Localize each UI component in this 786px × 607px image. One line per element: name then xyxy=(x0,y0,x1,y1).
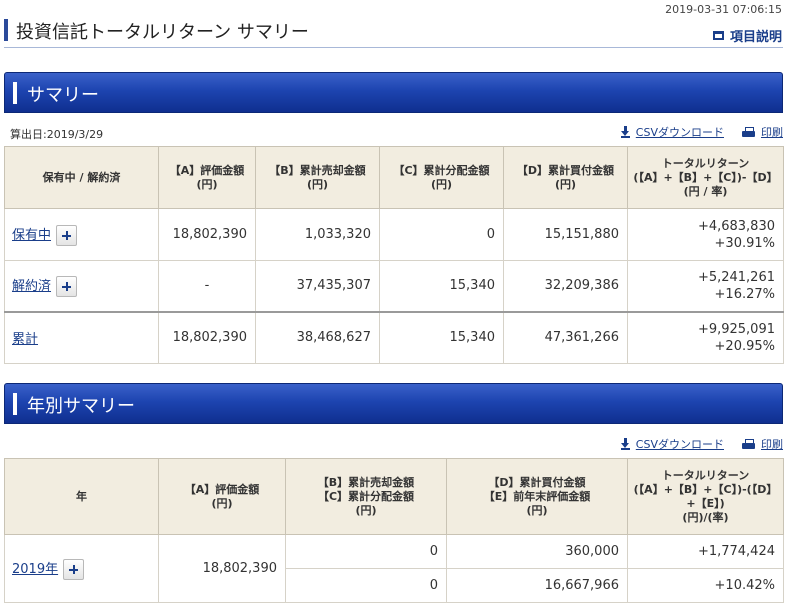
table-row-total: 累計 18,802,390 38,468,627 15,340 47,361,2… xyxy=(4,310,784,364)
cell-d: 32,209,386 xyxy=(503,260,628,312)
header-c: 【C】累計分配金額 (円) xyxy=(379,146,504,209)
cell-d: 15,151,880 xyxy=(503,208,628,261)
cell-d: 360,000 xyxy=(446,534,628,569)
header-bc: 【B】累計売却金額 【C】累計分配金額 (円) xyxy=(285,458,447,535)
cell-a: 18,802,390 xyxy=(158,310,256,364)
expand-year-button[interactable] xyxy=(63,558,85,580)
csv-label: CSVダウンロード xyxy=(635,126,724,139)
annual-banner: 年別サマリー xyxy=(4,383,783,424)
cell-a: 18,802,390 xyxy=(158,208,256,261)
cell-b: 37,435,307 xyxy=(255,260,380,312)
summary-banner-title: サマリー xyxy=(27,85,99,106)
annual-table: 年 【A】評価金額 (円) 【B】累計売却金額 【C】累計分配金額 (円) 【D】累計… xyxy=(4,458,784,603)
annual-header-row: 年 【A】評価金額 (円) 【B】累計売却金額 【C】累計分配金額 (円) 【D】累計… xyxy=(4,458,784,535)
window-icon xyxy=(712,31,724,40)
header-de: 【D】累計買付金額 【E】前年末評価金額 (円) xyxy=(446,458,628,535)
cell-a: - xyxy=(158,260,256,312)
cell-b: 1,033,320 xyxy=(255,208,380,261)
banner-accent-bar xyxy=(13,393,17,415)
cell-b: 38,468,627 xyxy=(255,310,380,364)
cell-total-return: +4,683,830 +30.91% xyxy=(627,208,784,261)
cell-c: 15,340 xyxy=(379,260,504,312)
expand-holding-button[interactable] xyxy=(56,224,78,246)
cell-a: 18,802,390 xyxy=(158,534,286,603)
header-total-return: トータルリターン (【A】+【B】+【C】)-(【D】 +【E】) (円)/(率) xyxy=(627,458,784,535)
printer-icon xyxy=(742,438,755,450)
cell-b: 0 xyxy=(285,534,447,569)
header-d: 【D】累計買付金額 (円) xyxy=(503,146,628,209)
year-link[interactable]: 2019年 xyxy=(12,562,58,577)
cell-c: 0 xyxy=(285,568,447,603)
cell-c: 15,340 xyxy=(379,310,504,364)
row-label-cell: 解約済 xyxy=(4,260,159,312)
header-status: 保有中 / 解約済 xyxy=(4,146,159,209)
cell-d: 47,361,266 xyxy=(503,310,628,364)
cell-return-rate: +10.42% xyxy=(627,568,784,603)
header-a: 【A】評価金額 (円) xyxy=(158,146,256,209)
calc-date: 算出日:2019/3/29 xyxy=(10,128,104,141)
printer-icon xyxy=(742,126,755,138)
cell-c: 0 xyxy=(379,208,504,261)
download-icon xyxy=(620,438,630,450)
summary-banner: サマリー xyxy=(4,72,783,113)
table-row: 保有中 18,802,390 1,033,320 0 15,151,880 +4… xyxy=(4,208,784,261)
total-link[interactable]: 累計 xyxy=(12,332,38,347)
print-label: 印刷 xyxy=(761,438,783,451)
title-accent-bar xyxy=(4,19,8,41)
help-label: 項目説明 xyxy=(729,30,782,45)
annual-banner-title: 年別サマリー xyxy=(27,396,135,417)
summary-header-row: 保有中 / 解約済 【A】評価金額 (円) 【B】累計売却金額 (円) 【C】累計分… xyxy=(4,146,784,209)
header-divider xyxy=(4,47,783,48)
help-link[interactable]: 項目説明 xyxy=(712,26,782,45)
header-b: 【B】累計売却金額 (円) xyxy=(255,146,380,209)
table-row: 2019年 18,802,390 0 360,000 +1,774,424 xyxy=(4,534,784,603)
annual-print-link[interactable]: 印刷 xyxy=(742,436,783,452)
cancelled-link[interactable]: 解約済 xyxy=(12,279,51,294)
expand-cancelled-button[interactable] xyxy=(56,275,78,297)
page-header: 投資信託トータルリターン サマリー 項目説明 xyxy=(0,16,786,48)
summary-tools: CSVダウンロード 印刷 xyxy=(603,124,783,140)
page-title: 投資信託トータルリターン サマリー xyxy=(16,22,309,43)
cell-total-return: +5,241,261 +16.27% xyxy=(627,260,784,312)
print-label: 印刷 xyxy=(761,126,783,139)
csv-label: CSVダウンロード xyxy=(635,438,724,451)
cell-return-amount: +1,774,424 xyxy=(627,534,784,569)
row-label-cell: 累計 xyxy=(4,310,159,364)
header-a: 【A】評価金額 (円) xyxy=(158,458,286,535)
summary-table: 保有中 / 解約済 【A】評価金額 (円) 【B】累計売却金額 (円) 【C】累計分… xyxy=(4,146,784,364)
summary-print-link[interactable]: 印刷 xyxy=(742,124,783,140)
row-label-cell: 保有中 xyxy=(4,208,159,261)
banner-accent-bar xyxy=(13,82,17,104)
year-label-cell: 2019年 xyxy=(4,534,159,603)
summary-csv-download-link[interactable]: CSVダウンロード xyxy=(620,124,724,140)
holding-link[interactable]: 保有中 xyxy=(12,228,51,243)
cell-e: 16,667,966 xyxy=(446,568,628,603)
annual-tools: CSVダウンロード 印刷 xyxy=(603,436,783,452)
table-row: 解約済 - 37,435,307 15,340 32,209,386 +5,24… xyxy=(4,260,784,312)
header-total-return: トータルリターン (【A】+【B】+【C】)-【D】 (円 / 率) xyxy=(627,146,784,209)
download-icon xyxy=(620,126,630,138)
annual-csv-download-link[interactable]: CSVダウンロード xyxy=(620,436,724,452)
timestamp: 2019-03-31 07:06:15 xyxy=(665,3,782,16)
header-year: 年 xyxy=(4,458,159,535)
cell-total-return: +9,925,091 +20.95% xyxy=(627,310,784,364)
